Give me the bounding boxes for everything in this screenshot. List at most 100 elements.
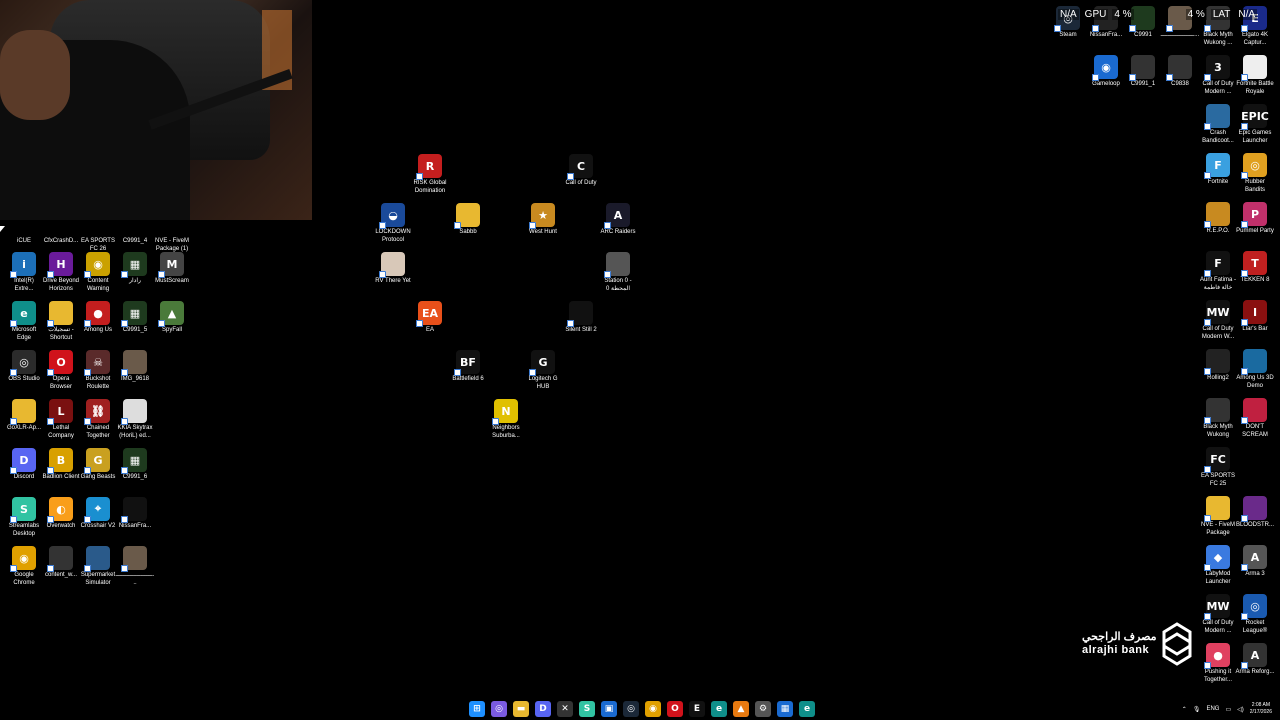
desktop-shortcut[interactable]: KKIA Skytrax (HoriL) ed...	[115, 399, 155, 440]
desktop-shortcut[interactable]: Fortnite Battle Royale	[1235, 55, 1275, 96]
desktop-shortcut[interactable]: ⛓ Chained Together	[78, 399, 118, 440]
desktop-shortcut[interactable]: Among Us 3D Demo	[1235, 349, 1275, 390]
desktop-shortcut[interactable]: C9991_1	[1123, 55, 1163, 89]
desktop-shortcut[interactable]: BLOODSTR...	[1235, 496, 1275, 530]
edge-2-taskbar-icon[interactable]: e	[799, 701, 815, 717]
desktop-shortcut[interactable]: iCUE	[4, 212, 44, 246]
desktop-shortcut[interactable]: ◆ LabyMod Launcher	[1198, 545, 1238, 586]
desktop-shortcut[interactable]: Rolling2	[1198, 349, 1238, 383]
desktop-shortcut[interactable]: T TEKKEN 8	[1235, 251, 1275, 285]
teams-taskbar-icon[interactable]: ▣	[601, 701, 617, 717]
desktop-shortcut[interactable]: C9991_4	[115, 212, 155, 246]
desktop-shortcut[interactable]: D Discord	[4, 448, 44, 482]
desktop-shortcut[interactable]: 3 Call of Duty Modern ...	[1198, 55, 1238, 96]
desktop-shortcut[interactable]: ـــــــــــــــــــــ...	[115, 546, 155, 587]
desktop-shortcut[interactable]: ⌖ Crosshair V2	[78, 497, 118, 531]
desktop-shortcut[interactable]: ◎ OBS Studio	[4, 350, 44, 384]
desktop-shortcut[interactable]: BF Battlefield 6	[448, 350, 488, 384]
streamlabs-taskbar-icon[interactable]: S	[579, 701, 595, 717]
desktop-shortcut[interactable]: CfxCrashD...	[41, 212, 81, 246]
desktop-shortcut[interactable]: FC EA SPORTS FC 25	[1198, 447, 1238, 488]
network-icon[interactable]: ▭	[1225, 706, 1231, 713]
desktop-shortcut[interactable]: Station 0 - المحطة 0	[598, 252, 638, 293]
desktop-shortcut[interactable]: GoXLR-Ap...	[4, 399, 44, 433]
desktop-shortcut[interactable]: O Opera Browser	[41, 350, 81, 391]
input-language[interactable]: ENG	[1206, 706, 1219, 712]
opera-taskbar-icon[interactable]: O	[667, 701, 683, 717]
desktop-shortcut[interactable]: ▦ C9991_5	[115, 301, 155, 335]
xbox-taskbar-icon[interactable]: ✕	[557, 701, 573, 717]
desktop-shortcut[interactable]: ● Pushing it Together...	[1198, 643, 1238, 684]
among-us-icon: ●	[84, 301, 110, 327]
discord-taskbar-icon[interactable]: D	[535, 701, 551, 717]
desktop-shortcut[interactable]: Sabbb	[448, 203, 488, 237]
desktop-shortcut[interactable]: A ARC Raiders	[598, 203, 638, 237]
desktop-shortcut[interactable]: i Intel(R) Extre...	[4, 252, 44, 293]
desktop-shortcut[interactable]: NissanFra...	[115, 497, 155, 531]
desktop-shortcut[interactable]: EA SPORTS FC 26	[78, 212, 118, 253]
desktop-shortcut[interactable]: B Badlion Client	[41, 448, 81, 482]
desktop-shortcut[interactable]: Black Myth Wukong	[1198, 398, 1238, 439]
copilot-icon[interactable]: ◎	[491, 701, 507, 717]
desktop-shortcut[interactable]: ▦ رادار	[115, 252, 155, 286]
chrome-taskbar-icon[interactable]: ◉	[645, 701, 661, 717]
desktop-shortcut[interactable]: L Lethal Company	[41, 399, 81, 440]
desktop-shortcut[interactable]: NVE - FiveM Package	[1198, 496, 1238, 537]
epic-taskbar-icon[interactable]: E	[689, 701, 705, 717]
desktop-shortcut[interactable]: ● Among Us	[78, 301, 118, 335]
desktop-shortcut[interactable]: EA EA	[410, 301, 450, 335]
desktop-shortcut[interactable]: EPIC Epic Games Launcher	[1235, 104, 1275, 145]
desktop-shortcut[interactable]: ◎ Rocket League®	[1235, 594, 1275, 635]
settings-taskbar-icon[interactable]: ⚙	[755, 701, 771, 717]
desktop-shortcut[interactable]: IMG_9618	[115, 350, 155, 384]
show-hidden-icons-icon[interactable]: ⌃	[1182, 706, 1187, 713]
desktop-shortcut[interactable]: Supermarket Simulator	[78, 546, 118, 587]
desktop-shortcut[interactable]: ▲ SpyFall	[152, 301, 192, 335]
desktop-shortcut[interactable]: F Aunt Fatima - خالة فاطمة	[1198, 251, 1238, 292]
desktop-shortcut[interactable]: ◉ Google Chrome	[4, 546, 44, 587]
desktop-shortcut[interactable]: DON'T SCREAM	[1235, 398, 1275, 439]
desktop-shortcut[interactable]: ◒ LOCKDOWN Protocol	[373, 203, 413, 244]
desktop-shortcut[interactable]: M MustScream	[152, 252, 192, 286]
desktop-shortcut[interactable]: ◉ Content Warning	[78, 252, 118, 293]
edge-taskbar-icon[interactable]: e	[711, 701, 727, 717]
desktop-shortcut[interactable]: تسجيلات - Shortcut	[41, 301, 81, 342]
file-explorer-icon[interactable]: ▬	[513, 701, 529, 717]
desktop-shortcut[interactable]: ◎ Rubber Bandits	[1235, 153, 1275, 194]
desktop-shortcut[interactable]: C9838	[1160, 55, 1200, 89]
desktop-shortcut[interactable]: ◐ Overwatch	[41, 497, 81, 531]
desktop-shortcut[interactable]: F Fortnite	[1198, 153, 1238, 187]
start-button-icon[interactable]: ⊞	[469, 701, 485, 717]
desktop-shortcut[interactable]: ▦ C9991_6	[115, 448, 155, 482]
desktop-shortcut[interactable]: Silent Still 2	[561, 301, 601, 335]
microphone-icon[interactable]: 🎙︎	[1193, 706, 1201, 713]
desktop-shortcut[interactable]: A Arma 3	[1235, 545, 1275, 579]
desktop-shortcut[interactable]: A Arma Reforg...	[1235, 643, 1275, 677]
microsoft-edge-icon: e	[10, 301, 36, 327]
desktop-shortcut[interactable]: N Neighbors Suburba...	[486, 399, 526, 440]
desktop-shortcut[interactable]: RV There Yet	[373, 252, 413, 286]
desktop-shortcut[interactable]: R.E.P.O.	[1198, 202, 1238, 236]
desktop-shortcut[interactable]: content_w...	[41, 546, 81, 580]
desktop-shortcut[interactable]: H Drive Beyond Horizons	[41, 252, 81, 293]
desktop-shortcut[interactable]: P Pummel Party	[1235, 202, 1275, 236]
desktop-shortcut[interactable]: NVE - FiveM Package (1)	[152, 212, 192, 253]
desktop-shortcut[interactable]: R RISK Global Domination	[410, 154, 450, 195]
clock[interactable]: 2:08 AM 2/17/2026	[1250, 702, 1272, 716]
desktop-shortcut[interactable]: I Liar's Bar	[1235, 300, 1275, 334]
desktop-shortcut[interactable]: MW Call of Duty Modern W...	[1198, 300, 1238, 341]
desktop-shortcut[interactable]: C Call of Duty	[561, 154, 601, 188]
desktop-shortcut[interactable]: ★ West Hunt	[523, 203, 563, 237]
desktop-shortcut[interactable]: Crash Bandicoot...	[1198, 104, 1238, 145]
vlc-taskbar-icon[interactable]: ▲	[733, 701, 749, 717]
steam-taskbar-icon[interactable]: ◎	[623, 701, 639, 717]
desktop-shortcut[interactable]: G Logitech G HUB	[523, 350, 563, 391]
desktop-shortcut[interactable]: e Microsoft Edge	[4, 301, 44, 342]
desktop-shortcut[interactable]: ☠ Buckshot Roulette	[78, 350, 118, 391]
desktop-shortcut[interactable]: G Gang Beasts	[78, 448, 118, 482]
photos-taskbar-icon[interactable]: ▦	[777, 701, 793, 717]
volume-icon[interactable]: ◁)	[1237, 706, 1244, 713]
desktop-shortcut[interactable]: ◉ Gameloop	[1086, 55, 1126, 89]
desktop-shortcut[interactable]: MW Call of Duty Modern ...	[1198, 594, 1238, 635]
desktop-shortcut[interactable]: S Streamlabs Desktop	[4, 497, 44, 538]
